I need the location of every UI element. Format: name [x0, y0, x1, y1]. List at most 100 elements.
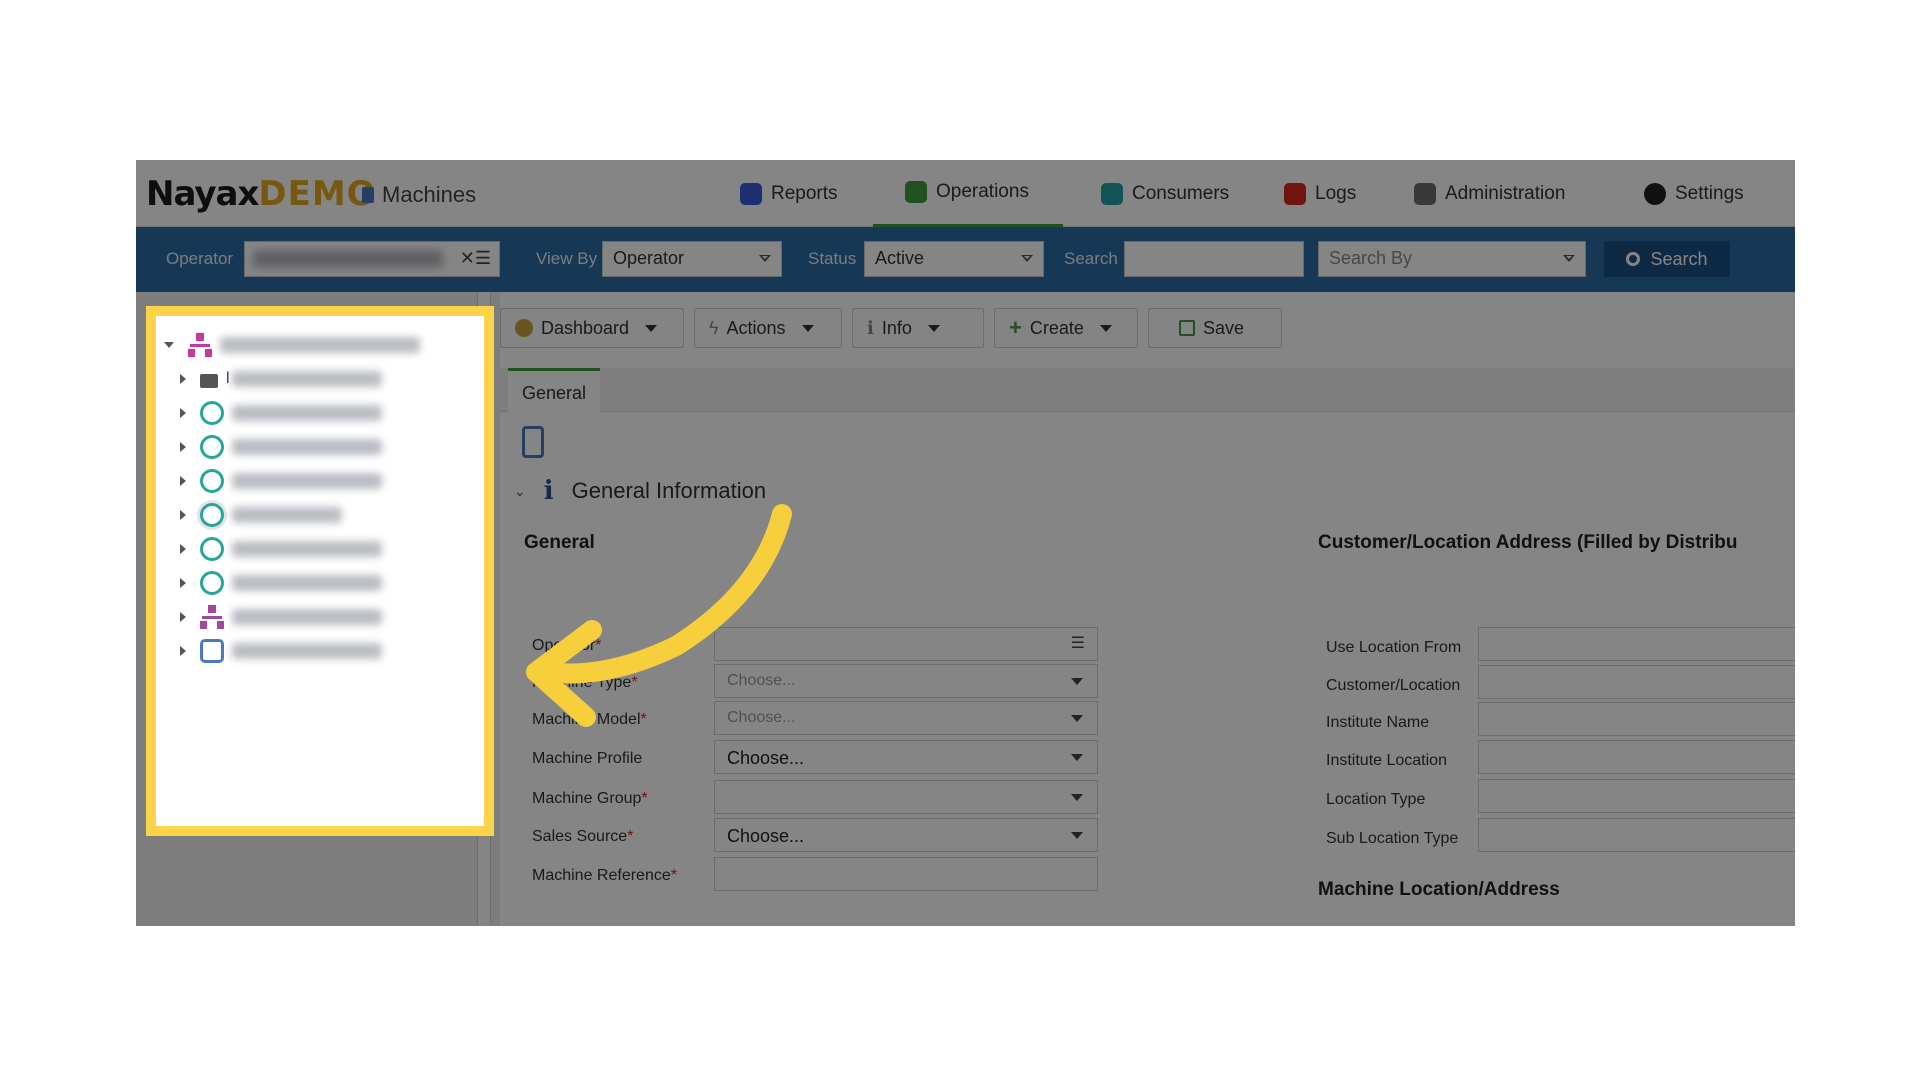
tree-node[interactable]	[180, 396, 382, 430]
info-label: Info	[881, 317, 912, 338]
account-tree: l	[156, 316, 484, 826]
chevron-down-icon[interactable]	[164, 342, 174, 348]
field-label: Use Location From	[1326, 639, 1462, 656]
status-select[interactable]: Active	[864, 241, 1044, 277]
field-input[interactable]	[714, 857, 1098, 891]
chevron-right-icon[interactable]	[180, 374, 186, 384]
chevron-down-icon	[759, 255, 771, 262]
search-button-label: Search	[1650, 248, 1708, 269]
search-icon	[1626, 252, 1641, 266]
operator-icon	[200, 537, 224, 561]
field-input[interactable]: ☰	[714, 627, 1098, 661]
tree-node-label-blurred	[232, 575, 382, 591]
tree-node-label: l	[226, 370, 230, 387]
tree-node-label-blurred	[232, 507, 342, 523]
chevron-right-icon[interactable]	[180, 578, 186, 588]
dashboard-label: Dashboard	[541, 317, 630, 338]
field-label: Machine Reference*	[532, 867, 677, 884]
list-icon[interactable]: ☰	[1071, 633, 1085, 653]
field-label: Machine Profile	[532, 750, 643, 767]
info-icon: i	[543, 476, 554, 506]
chevron-right-icon[interactable]	[180, 476, 186, 486]
viewby-select[interactable]: Operator	[602, 241, 782, 277]
tree-node-label-blurred	[232, 643, 382, 659]
field-input[interactable]	[1478, 740, 1795, 774]
field-input[interactable]: Choose...	[714, 701, 1098, 735]
field-input[interactable]	[1478, 627, 1795, 661]
general-heading: General	[524, 532, 595, 553]
tree-node[interactable]	[180, 634, 382, 668]
nav-label: Reports	[771, 182, 838, 204]
field-value: Choose...	[727, 709, 796, 726]
bag-icon	[200, 639, 224, 663]
operator-field[interactable]: ✕☰	[244, 241, 500, 277]
dashboard-button[interactable]: Dashboard	[500, 308, 684, 348]
nav-administration[interactable]: Administration	[1414, 160, 1565, 227]
nav-label: Consumers	[1132, 182, 1230, 204]
chevron-right-icon[interactable]	[180, 612, 186, 622]
field-input[interactable]	[714, 780, 1098, 814]
tree-node-label-blurred	[232, 609, 382, 625]
org-tree-icon	[188, 333, 212, 357]
field-input[interactable]	[1478, 779, 1795, 813]
nav-settings[interactable]: Settings	[1644, 160, 1744, 227]
chevron-right-icon[interactable]	[180, 646, 186, 656]
pie-chart-icon	[515, 319, 533, 337]
field-input[interactable]: Choose...	[714, 740, 1098, 774]
machine-icon	[362, 187, 374, 203]
consumers-icon	[1101, 182, 1123, 205]
main-content: Dashboard ϟ Actions ℹ Info + Create Save Ge…	[500, 292, 1795, 926]
searchby-select[interactable]: Search By	[1318, 241, 1586, 277]
chevron-right-icon[interactable]	[180, 408, 186, 418]
tab-general[interactable]: General	[508, 368, 601, 412]
operator-label: Operator	[166, 249, 234, 268]
chevron-down-icon	[1099, 324, 1112, 332]
chevron-down-icon	[801, 324, 814, 332]
info-button[interactable]: ℹ Info	[852, 308, 984, 348]
field-input[interactable]	[1478, 702, 1795, 736]
search-input[interactable]	[1124, 241, 1304, 277]
field-input[interactable]	[1478, 818, 1795, 852]
chevron-down-icon	[1071, 832, 1083, 839]
nav-label: Logs	[1315, 182, 1357, 204]
tab-label: General	[522, 383, 587, 403]
tree-node[interactable]	[180, 566, 382, 600]
field-label: Customer/Location	[1326, 677, 1461, 694]
chevron-down-icon	[1071, 794, 1083, 801]
chevron-down-icon	[1071, 715, 1083, 722]
save-icon	[1179, 320, 1195, 336]
tree-node[interactable]	[180, 498, 342, 532]
tree-node-label-blurred	[231, 371, 382, 387]
tree-node[interactable]	[180, 600, 382, 634]
nav-logs[interactable]: Logs	[1284, 160, 1356, 227]
field-input[interactable]: Choose...	[714, 664, 1098, 698]
field-input[interactable]: Choose...	[714, 818, 1098, 852]
nav-reports[interactable]: Reports	[740, 160, 838, 227]
nav-consumers[interactable]: Consumers	[1101, 160, 1229, 227]
tree-node[interactable]	[164, 328, 420, 362]
actions-button[interactable]: ϟ Actions	[694, 308, 842, 348]
create-label: Create	[1029, 317, 1084, 338]
search-button[interactable]: Search	[1604, 241, 1730, 277]
field-label: Institute Name	[1326, 714, 1430, 731]
general-information-header[interactable]: ⌄ i General Information	[514, 476, 766, 506]
machine-location-heading: Machine Location/Address	[1318, 879, 1560, 900]
tree-node-label-blurred	[232, 473, 382, 489]
field-label: Sales Source*	[532, 828, 634, 845]
chevron-down-icon	[927, 324, 940, 332]
nav-operations[interactable]: Operations	[873, 160, 1063, 227]
tree-node[interactable]	[180, 430, 382, 464]
field-input[interactable]	[1478, 665, 1795, 699]
create-button[interactable]: + Create	[994, 308, 1138, 348]
save-button[interactable]: Save	[1148, 308, 1282, 348]
operator-value-blurred	[253, 250, 443, 268]
tree-node[interactable]	[180, 464, 382, 498]
chevron-right-icon[interactable]	[180, 442, 186, 452]
chevron-right-icon[interactable]	[180, 544, 186, 554]
clear-list-icon[interactable]: ✕☰	[460, 248, 491, 269]
tree-node[interactable]	[180, 532, 382, 566]
folder-icon	[200, 374, 218, 388]
chevron-right-icon[interactable]	[180, 510, 186, 520]
tree-node[interactable]: l	[180, 362, 382, 396]
searchby-placeholder: Search By	[1329, 248, 1413, 268]
